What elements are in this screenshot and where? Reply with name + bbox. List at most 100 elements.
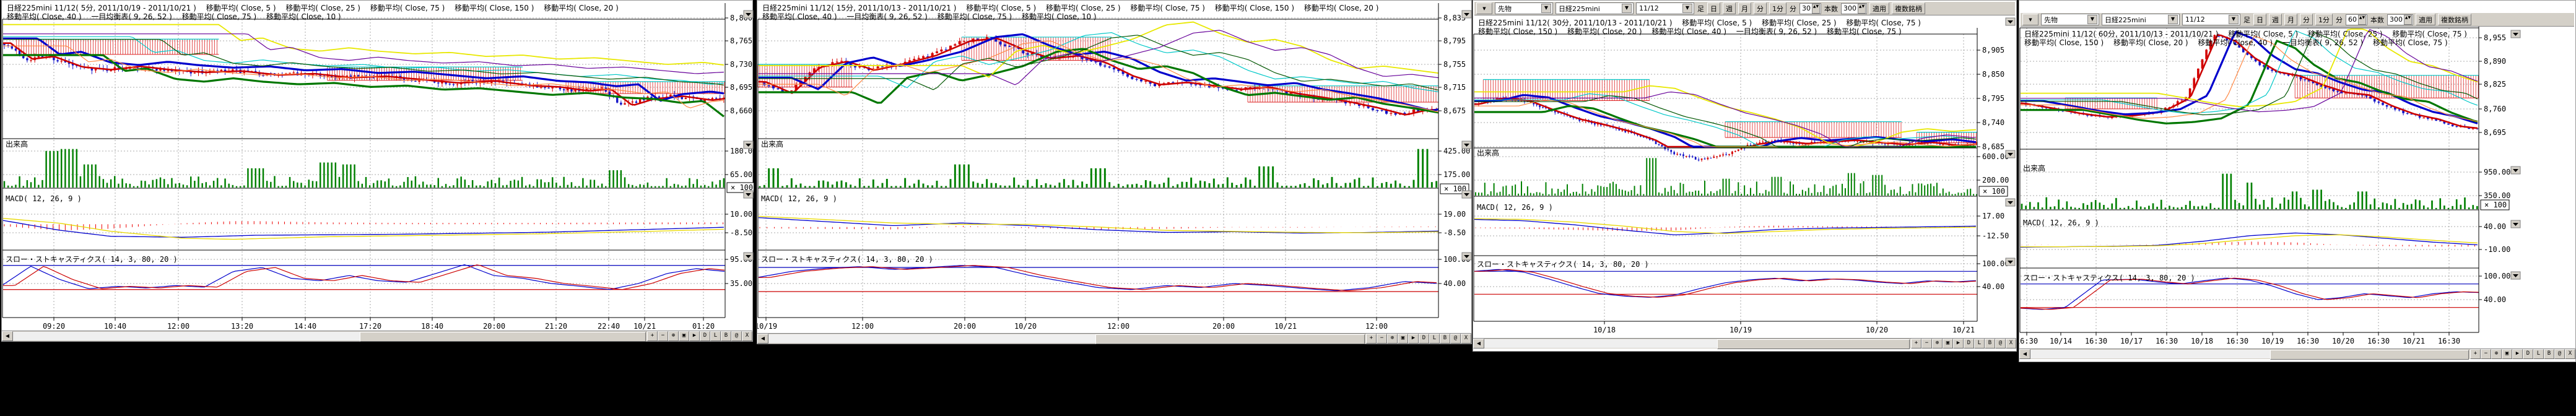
volume-bar — [909, 186, 911, 188]
chart-tool-button-6[interactable]: L — [1974, 339, 1985, 349]
count-spinner[interactable]: 300▲▼ — [1841, 3, 1867, 14]
period-button-0[interactable]: 日 — [1707, 2, 1720, 14]
chart-plot-area[interactable]: 8,9058,8508,7958,7408,685600.00200.0017.… — [1473, 1, 2017, 338]
chart-plot-area[interactable]: 8,8008,7658,7308,6958,660180.0065.0010.0… — [2, 1, 754, 331]
scrollbar-thumb[interactable] — [1717, 339, 1910, 349]
period-button-0[interactable]: 日 — [2253, 14, 2266, 25]
chart-tool-button-9[interactable]: X — [2006, 339, 2016, 349]
horizontal-scrollbar[interactable]: ◀ +−⊕▣▶DLB@X — [757, 333, 1471, 344]
scroll-left-button[interactable]: ◀ — [757, 334, 768, 344]
volume-bar — [1068, 185, 1069, 188]
scrollbar-thumb[interactable] — [2270, 350, 2469, 360]
multi-symbol-button[interactable]: 複数銘柄 — [1892, 2, 1925, 14]
chart-tool-button-1[interactable]: − — [1921, 339, 1932, 349]
horizontal-scrollbar[interactable]: ◀ +−⊕▣▶DLB@X — [1473, 338, 2016, 349]
chart-tool-button-0[interactable]: + — [1911, 339, 1921, 349]
scrollbar-track[interactable] — [1484, 339, 1910, 348]
chevron-down-icon[interactable]: ▼ — [1682, 4, 1692, 13]
period-button-3[interactable]: 分 — [1754, 2, 1767, 14]
chevron-down-icon[interactable]: ▼ — [1541, 4, 1551, 13]
chart-tool-button-5[interactable]: D — [700, 331, 710, 341]
chevron-down-icon[interactable]: ▼ — [1622, 4, 1632, 13]
chart-tool-button-5[interactable]: D — [2523, 349, 2533, 359]
chart-tool-button-6[interactable]: L — [2533, 349, 2544, 359]
chart-tool-button-7[interactable]: B — [1985, 339, 1995, 349]
period-button-1[interactable]: 週 — [2269, 14, 2282, 25]
scrollbar-track[interactable] — [2030, 350, 2469, 358]
chart-tool-button-6[interactable]: L — [710, 331, 721, 341]
apply-button[interactable]: 適用 — [1869, 2, 1889, 14]
chart-tool-button-9[interactable]: X — [1461, 334, 1471, 344]
category-dropdown[interactable]: 先物▼ — [1495, 2, 1553, 14]
chart-plot-area[interactable]: 8,8358,7958,7558,7158,675425.00175.0019.… — [757, 1, 1473, 333]
axis-label: 40.00 — [1443, 279, 1466, 288]
chart-tool-button-8[interactable]: @ — [2554, 349, 2565, 359]
chevron-down-icon[interactable]: ▼ — [2168, 15, 2178, 24]
chart-tool-button-7[interactable]: B — [721, 331, 731, 341]
chart-tool-button-6[interactable]: L — [1429, 334, 1440, 344]
multi-symbol-button[interactable]: 複数銘柄 — [2438, 14, 2471, 25]
chart-tool-button-1[interactable]: − — [1377, 334, 1387, 344]
period-button-3[interactable]: 分 — [2300, 14, 2313, 25]
chevron-down-icon[interactable]: ▼ — [2229, 15, 2239, 24]
chart-tool-button-0[interactable]: + — [647, 331, 658, 341]
chart-tool-button-2[interactable]: ⊕ — [1932, 339, 1943, 349]
chart-tool-button-9[interactable]: X — [742, 331, 752, 341]
symbol-dropdown[interactable]: 日経225mini▼ — [1556, 2, 1634, 14]
horizontal-scrollbar[interactable]: ◀ +−⊕▣▶DLB@X — [2, 331, 752, 341]
chart-tool-button-3[interactable]: ▣ — [2502, 349, 2512, 359]
chart-tool-button-5[interactable]: D — [1419, 334, 1429, 344]
chart-tool-button-4[interactable]: ▶ — [2512, 349, 2523, 359]
scrollbar-thumb[interactable] — [1095, 334, 1365, 344]
period-button-2[interactable]: 月 — [2284, 14, 2297, 25]
chart-tool-button-4[interactable]: ▶ — [689, 331, 700, 341]
chart-tool-button-2[interactable]: ⊕ — [1387, 334, 1398, 344]
chart-tool-button-4[interactable]: ▶ — [1408, 334, 1419, 344]
scrollbar-thumb[interactable] — [360, 332, 646, 342]
scrollbar-track[interactable] — [768, 334, 1365, 343]
volume-bar — [1744, 185, 1745, 196]
chart-tool-button-0[interactable]: + — [2470, 349, 2481, 359]
chart-tool-button-8[interactable]: @ — [731, 331, 742, 341]
period-button-1[interactable]: 週 — [1723, 2, 1736, 14]
chart-tool-button-8[interactable]: @ — [1450, 334, 1461, 344]
chart-tool-button-5[interactable]: D — [1964, 339, 1974, 349]
time-axis-label: 14:40 — [294, 322, 316, 331]
scroll-left-button[interactable]: ◀ — [1473, 339, 1484, 349]
period-button-4[interactable]: 1分 — [2315, 14, 2333, 25]
chart-tool-button-1[interactable]: − — [2481, 349, 2491, 359]
count-spinner[interactable]: 300▲▼ — [2387, 14, 2413, 25]
toolbar-collapse-button[interactable]: ▼ — [2022, 14, 2039, 25]
chart-plot-area[interactable]: 8,9558,8908,8258,7608,695950.00350.0040.… — [2019, 1, 2576, 349]
chart-tool-button-3[interactable]: ▣ — [1943, 339, 1953, 349]
chart-tool-button-9[interactable]: X — [2565, 349, 2575, 359]
minute-spinner[interactable]: 30▲▼ — [1799, 3, 1821, 14]
contract-dropdown[interactable]: 11/12▼ — [2182, 14, 2240, 25]
chart-tool-button-3[interactable]: ▣ — [679, 331, 689, 341]
contract-dropdown[interactable]: 11/12▼ — [1636, 2, 1694, 14]
category-dropdown[interactable]: 先物▼ — [2041, 14, 2099, 25]
period-button-2[interactable]: 月 — [1738, 2, 1751, 14]
chart-tool-button-1[interactable]: − — [658, 331, 668, 341]
volume-bar — [1680, 183, 1681, 196]
toolbar-collapse-button[interactable]: ▼ — [1476, 2, 1492, 14]
chart-tool-button-4[interactable]: ▶ — [1953, 339, 1964, 349]
period-button-4[interactable]: 1分 — [1769, 2, 1786, 14]
chart-tool-button-7[interactable]: B — [1440, 334, 1450, 344]
chart-tool-button-2[interactable]: ⊕ — [668, 331, 679, 341]
chart-tool-button-2[interactable]: ⊕ — [2491, 349, 2502, 359]
volume-bar — [514, 180, 515, 188]
chart-tool-button-0[interactable]: + — [1366, 334, 1377, 344]
scroll-left-button[interactable]: ◀ — [2, 331, 13, 341]
horizontal-scrollbar[interactable]: ◀ +−⊕▣▶DLB@X — [2019, 349, 2575, 359]
minute-spinner[interactable]: 60▲▼ — [2346, 14, 2367, 25]
chart-tool-button-7[interactable]: B — [2544, 349, 2554, 359]
chevron-down-icon[interactable]: ▼ — [2087, 15, 2097, 24]
scrollbar-track[interactable] — [13, 332, 646, 340]
chart-tool-button-3[interactable]: ▣ — [1398, 334, 1408, 344]
candle-body — [567, 89, 568, 90]
apply-button[interactable]: 適用 — [2416, 14, 2435, 25]
scroll-left-button[interactable]: ◀ — [2019, 349, 2030, 359]
symbol-dropdown[interactable]: 日経225mini▼ — [2102, 14, 2180, 25]
chart-tool-button-8[interactable]: @ — [1995, 339, 2006, 349]
